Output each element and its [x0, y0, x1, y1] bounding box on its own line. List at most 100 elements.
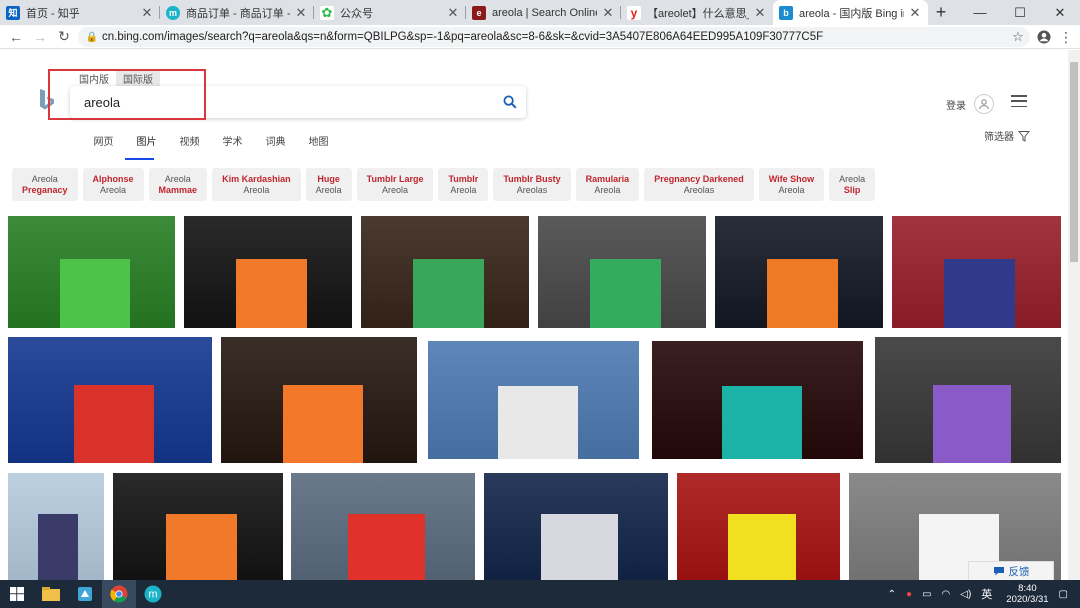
close-icon[interactable]: ✕	[601, 5, 615, 21]
related-search-chip[interactable]: Pregnancy Darkened Areolas	[644, 168, 754, 201]
player-figure	[721, 385, 802, 459]
image-result[interactable]	[715, 216, 883, 328]
related-search-chip[interactable]: Areola Preganacy	[12, 168, 78, 201]
image-result[interactable]	[428, 341, 639, 459]
related-search-chip[interactable]: Huge Areola	[305, 168, 352, 201]
player-figure	[767, 258, 838, 328]
signin-area[interactable]: 登录	[946, 94, 994, 114]
close-window-button[interactable]: ✕	[1040, 0, 1080, 25]
related-search-chip[interactable]: Tumblr Large Areola	[356, 168, 434, 201]
dictionary-icon: e	[472, 5, 486, 20]
feedback-button[interactable]: 反馈	[968, 561, 1054, 581]
chip-line2: Areola	[315, 184, 342, 195]
profile-icon[interactable]	[1032, 26, 1056, 48]
scrollbar-thumb[interactable]	[1070, 62, 1078, 262]
filter-label: 筛选器	[984, 132, 1014, 143]
tab-orders[interactable]: m 商品订单 - 商品订单 - 订单管 ✕	[160, 0, 314, 25]
chrome-icon[interactable]	[102, 580, 136, 608]
tab-title: 公众号	[340, 7, 373, 20]
close-icon[interactable]: ✕	[446, 5, 460, 21]
nav-web[interactable]: 网页	[82, 133, 125, 154]
page-scrollbar[interactable]	[1068, 50, 1080, 580]
image-result[interactable]	[677, 473, 840, 580]
image-result[interactable]	[538, 216, 706, 328]
back-icon[interactable]: ←	[4, 26, 28, 48]
bookmark-star-icon[interactable]: ☆	[1006, 29, 1030, 45]
tray-wifi-icon[interactable]: ◠	[942, 589, 951, 600]
related-search-chip[interactable]: Ramularia Areola	[575, 168, 640, 201]
reload-icon[interactable]: ↻	[52, 26, 76, 48]
close-icon[interactable]: ✕	[908, 5, 922, 21]
nav-dictionary[interactable]: 词典	[254, 133, 297, 154]
tray-volume-icon[interactable]: ◁)	[960, 589, 971, 600]
tray-network-icon[interactable]: ▭	[922, 589, 931, 600]
related-search-chip[interactable]: Areola Slip	[829, 168, 876, 201]
tab-zhihu[interactable]: 知 首页 - 知乎 ✕	[0, 0, 160, 25]
lock-icon: 🔒	[85, 31, 99, 43]
m-app-icon[interactable]: m	[136, 580, 170, 608]
more-menu-icon[interactable]: ⋮	[1054, 26, 1078, 48]
menu-icon[interactable]	[1011, 95, 1027, 107]
search-icon[interactable]	[494, 95, 526, 109]
tab-youdao[interactable]: y 【areolet】什么意思_英语a ✕	[621, 0, 773, 25]
nav-images[interactable]: 图片	[125, 133, 168, 160]
file-explorer-icon[interactable]	[34, 580, 68, 608]
related-search-chip[interactable]: Alphonse Areola	[82, 168, 144, 201]
url-text[interactable]: cn.bing.com/images/search?q=areola&qs=n&…	[102, 31, 1006, 43]
nav-maps[interactable]: 地图	[297, 133, 340, 154]
related-search-chip[interactable]: Tumblr Areola	[438, 168, 489, 201]
player-head	[307, 357, 340, 393]
image-result[interactable]	[221, 337, 417, 463]
signin-link[interactable]: 登录	[946, 97, 966, 112]
image-result[interactable]	[875, 337, 1061, 463]
related-search-chip[interactable]: Kim Kardashian Areola	[212, 168, 301, 201]
image-result[interactable]	[8, 216, 175, 328]
image-result[interactable]	[361, 216, 529, 328]
close-icon[interactable]: ✕	[294, 5, 308, 21]
chip-line2: Areola	[594, 184, 621, 195]
player-figure	[74, 384, 155, 463]
chip-line2: Mammae	[158, 184, 198, 195]
windows-taskbar: m ⌃ ● ▭ ◠ ◁) 英 8:40 2020/3/31 ▢	[0, 580, 1080, 608]
minimize-button[interactable]: —	[960, 0, 1000, 25]
tab-bing[interactable]: b areola - 国内版 Bing images ✕	[773, 0, 928, 25]
maximize-button[interactable]: ☐	[1000, 0, 1040, 25]
address-bar[interactable]: 🔒 cn.bing.com/images/search?q=areola&qs=…	[78, 27, 1030, 47]
tray-app-icon[interactable]: ●	[906, 589, 912, 600]
image-result[interactable]	[8, 473, 104, 580]
windows-start-icon[interactable]	[0, 580, 34, 608]
clock[interactable]: 8:40 2020/3/31	[1006, 583, 1048, 605]
nav-academic[interactable]: 学术	[211, 133, 254, 154]
forward-icon[interactable]: →	[28, 26, 52, 48]
related-search-chip[interactable]: Tumblr Busty Areolas	[493, 168, 571, 201]
tab-wechat[interactable]: ✿ 公众号 ✕	[314, 0, 466, 25]
image-result[interactable]	[892, 216, 1061, 328]
chip-line2: Slip	[843, 184, 861, 195]
close-icon[interactable]: ✕	[753, 5, 767, 21]
notification-icon[interactable]: ▢	[1059, 589, 1068, 600]
image-result[interactable]	[291, 473, 475, 580]
m-icon: m	[166, 5, 180, 20]
chip-line1: Tumblr Busty	[503, 173, 561, 184]
annotation-highlight-box	[48, 69, 206, 120]
input-method-indicator[interactable]: 英	[981, 586, 992, 602]
filter-button[interactable]: 筛选器	[984, 128, 1030, 143]
player-figure	[59, 258, 130, 328]
image-result[interactable]	[113, 473, 283, 580]
tab-etymology[interactable]: e areola | Search Online Ety ✕	[466, 0, 621, 25]
tray-up-arrow-icon[interactable]: ⌃	[888, 589, 896, 600]
system-tray: ⌃ ● ▭ ◠ ◁) 英 8:40 2020/3/31 ▢	[888, 580, 1080, 608]
related-search-chip[interactable]: Wife Show Areola	[758, 168, 825, 201]
chip-line1: Areola	[164, 173, 191, 184]
user-avatar-icon[interactable]	[974, 94, 994, 114]
chip-line1: Tumblr Large	[366, 173, 424, 184]
close-icon[interactable]: ✕	[140, 5, 154, 21]
image-result[interactable]	[8, 337, 212, 463]
related-search-chip[interactable]: Areola Mammae	[148, 168, 208, 201]
image-result[interactable]	[184, 216, 352, 328]
nav-videos[interactable]: 视频	[168, 133, 211, 154]
app-icon[interactable]	[68, 580, 102, 608]
image-result[interactable]	[484, 473, 668, 580]
new-tab-button[interactable]: +	[928, 0, 954, 25]
image-result[interactable]	[652, 341, 863, 459]
